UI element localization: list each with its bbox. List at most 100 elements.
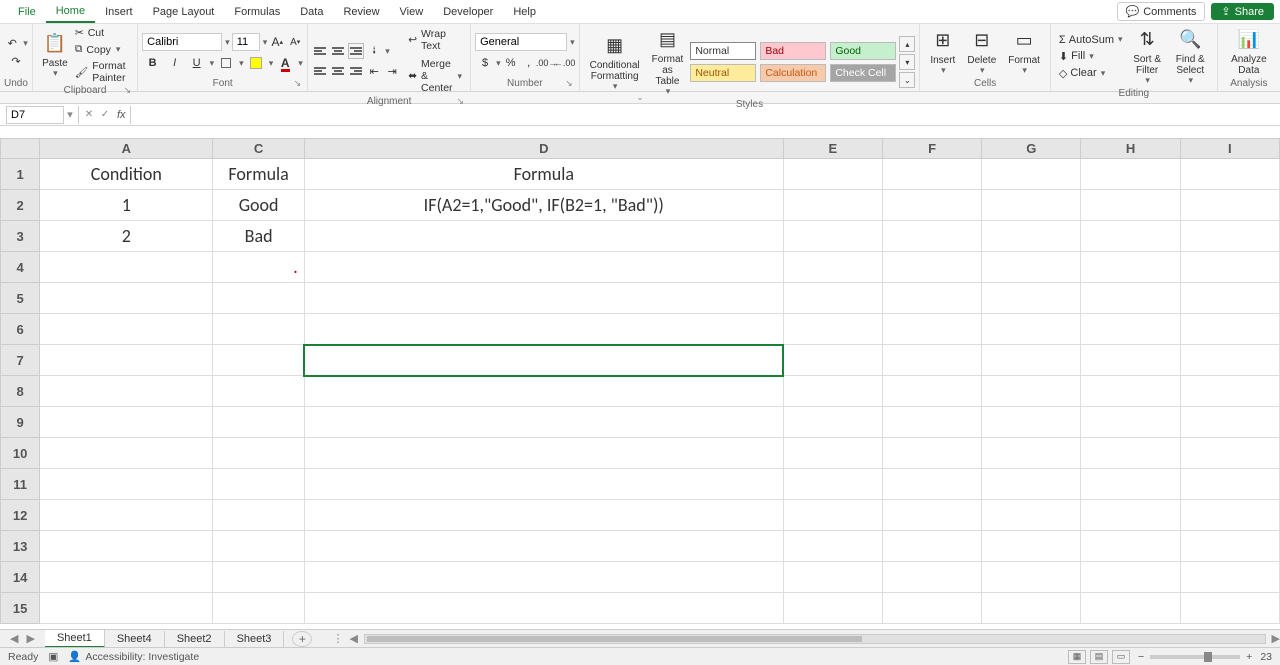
align-right-button[interactable]: [348, 63, 364, 79]
cell-H2[interactable]: [1081, 190, 1180, 221]
cell-H11[interactable]: [1081, 469, 1180, 500]
tab-insert[interactable]: Insert: [95, 2, 143, 22]
cell-I6[interactable]: [1180, 314, 1279, 345]
conditional-formatting-button[interactable]: ▦Conditional Formatting▾: [584, 32, 646, 94]
cell-F12[interactable]: [882, 500, 981, 531]
cell-D2[interactable]: IF(A2=1,"Good", IF(B2=1, "Bad")): [304, 190, 783, 221]
cell-G7[interactable]: [982, 345, 1081, 376]
select-all-button[interactable]: [1, 139, 40, 159]
cell-C9[interactable]: [213, 407, 304, 438]
cell-A13[interactable]: [40, 531, 213, 562]
style-good[interactable]: Good: [830, 42, 896, 60]
cell-E9[interactable]: [783, 407, 882, 438]
cells-insert-button[interactable]: ⊞Insert▾: [924, 27, 961, 78]
align-center-button[interactable]: [330, 63, 346, 79]
cell-I13[interactable]: [1180, 531, 1279, 562]
cell-F1[interactable]: [882, 159, 981, 190]
cell-C7[interactable]: [213, 345, 304, 376]
cell-I9[interactable]: [1180, 407, 1279, 438]
cell-F14[interactable]: [882, 562, 981, 593]
increase-indent-button[interactable]: ⇥: [384, 63, 400, 79]
view-normal-button[interactable]: ▦: [1068, 650, 1086, 664]
cell-F10[interactable]: [882, 438, 981, 469]
sheet-tab-sheet1[interactable]: Sheet1: [45, 630, 105, 648]
clear-button[interactable]: ◇Clear▾: [1055, 66, 1127, 81]
cell-A6[interactable]: [40, 314, 213, 345]
col-header-I[interactable]: I: [1180, 139, 1279, 159]
cell-C14[interactable]: [213, 562, 304, 593]
fill-color-button[interactable]: [246, 55, 266, 71]
align-middle-button[interactable]: [330, 43, 346, 59]
row-header-11[interactable]: 11: [1, 469, 40, 500]
cell-C5[interactable]: [213, 283, 304, 314]
cell-I11[interactable]: [1180, 469, 1279, 500]
cell-E6[interactable]: [783, 314, 882, 345]
merge-center-button[interactable]: ⬌Merge & Center▾: [404, 56, 466, 96]
cell-I15[interactable]: [1180, 593, 1279, 624]
underline-dropdown[interactable]: ▾: [210, 58, 215, 69]
cell-I8[interactable]: [1180, 376, 1279, 407]
cell-C1[interactable]: Formula: [213, 159, 304, 190]
scrollbar-thumb[interactable]: [367, 636, 862, 642]
cell-G14[interactable]: [982, 562, 1081, 593]
cell-I12[interactable]: [1180, 500, 1279, 531]
col-header-D[interactable]: D: [304, 139, 783, 159]
cell-E13[interactable]: [783, 531, 882, 562]
cell-A1[interactable]: Condition: [40, 159, 213, 190]
cell-C8[interactable]: [213, 376, 304, 407]
cell-G1[interactable]: [982, 159, 1081, 190]
style-check-cell[interactable]: Check Cell: [830, 64, 896, 82]
col-header-H[interactable]: H: [1081, 139, 1180, 159]
cell-H7[interactable]: [1081, 345, 1180, 376]
zoom-out-button[interactable]: −: [1138, 651, 1144, 663]
cell-G8[interactable]: [982, 376, 1081, 407]
zoom-slider[interactable]: [1150, 655, 1240, 659]
tab-view[interactable]: View: [390, 2, 434, 22]
redo-button[interactable]: ↷: [8, 53, 24, 69]
style-calculation[interactable]: Calculation: [760, 64, 826, 82]
cell-G3[interactable]: [982, 221, 1081, 252]
cell-E15[interactable]: [783, 593, 882, 624]
cell-G9[interactable]: [982, 407, 1081, 438]
cell-A11[interactable]: [40, 469, 213, 500]
row-header-9[interactable]: 9: [1, 407, 40, 438]
font-size-dropdown[interactable]: ▾: [263, 37, 268, 48]
cell-E4[interactable]: [783, 252, 882, 283]
cell-F4[interactable]: [882, 252, 981, 283]
cell-E12[interactable]: [783, 500, 882, 531]
number-format-dropdown[interactable]: ▾: [570, 37, 575, 48]
cell-C4[interactable]: .: [213, 252, 304, 283]
align-bottom-button[interactable]: [348, 43, 364, 59]
cell-H3[interactable]: [1081, 221, 1180, 252]
zoom-in-button[interactable]: +: [1246, 651, 1252, 663]
decrease-font-button[interactable]: A▾: [287, 34, 303, 50]
underline-button[interactable]: U: [187, 55, 207, 71]
cell-H12[interactable]: [1081, 500, 1180, 531]
copy-button[interactable]: ⧉Copy▾: [73, 42, 133, 57]
cell-C6[interactable]: [213, 314, 304, 345]
cell-G12[interactable]: [982, 500, 1081, 531]
tab-split-handle[interactable]: ⋮: [332, 632, 343, 645]
borders-button[interactable]: [216, 55, 236, 71]
cell-A10[interactable]: [40, 438, 213, 469]
cell-C3[interactable]: Bad: [213, 221, 304, 252]
italic-button[interactable]: I: [165, 55, 185, 71]
row-header-12[interactable]: 12: [1, 500, 40, 531]
cell-H5[interactable]: [1081, 283, 1180, 314]
zoom-slider-thumb[interactable]: [1204, 652, 1212, 662]
row-header-14[interactable]: 14: [1, 562, 40, 593]
cell-G10[interactable]: [982, 438, 1081, 469]
cell-E7[interactable]: [783, 345, 882, 376]
cell-D4[interactable]: [304, 252, 783, 283]
cell-D1[interactable]: Formula: [304, 159, 783, 190]
tab-data[interactable]: Data: [290, 2, 333, 22]
font-size-input[interactable]: [232, 33, 260, 51]
cell-A14[interactable]: [40, 562, 213, 593]
cell-E8[interactable]: [783, 376, 882, 407]
cell-I1[interactable]: [1180, 159, 1279, 190]
horizontal-scrollbar[interactable]: [364, 634, 1266, 644]
cell-I3[interactable]: [1180, 221, 1279, 252]
tab-file[interactable]: File: [8, 2, 46, 22]
enter-formula-button[interactable]: ✓: [97, 109, 113, 120]
cell-H1[interactable]: [1081, 159, 1180, 190]
